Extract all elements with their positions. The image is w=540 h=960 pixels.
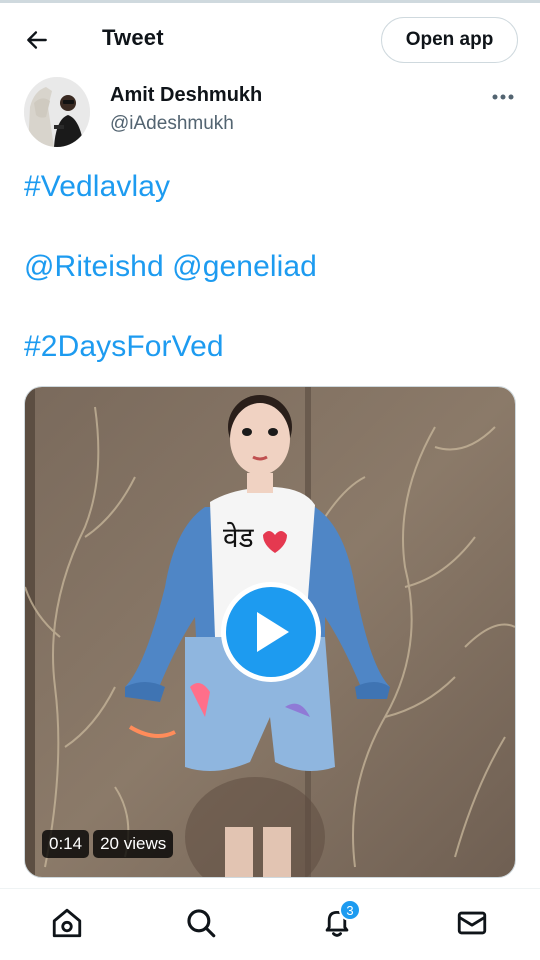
play-button[interactable] (221, 582, 321, 682)
video-info: 0:14 20 views (42, 830, 174, 858)
video-duration: 0:14 (42, 830, 90, 858)
back-button[interactable] (20, 23, 54, 57)
more-horizontal-icon (492, 94, 514, 100)
nav-messages[interactable] (452, 903, 492, 943)
avatar[interactable] (24, 77, 90, 147)
more-options-button[interactable] (488, 84, 518, 110)
nav-home[interactable] (47, 903, 87, 943)
author-name[interactable]: Amit Deshmukh (110, 84, 262, 107)
mail-icon (457, 911, 487, 935)
mention-links[interactable]: @Riteishd @geneliad (24, 250, 317, 284)
search-icon (187, 909, 216, 938)
hashtag-link[interactable]: #2DaysForVed (24, 330, 224, 364)
top-bar: Tweet Open app (0, 0, 540, 74)
view-count: 20 views (93, 830, 174, 858)
page-title: Tweet (102, 25, 164, 50)
arrow-left-icon (27, 31, 47, 49)
open-app-button[interactable]: Open app (381, 17, 518, 63)
shirt-text: वेड (223, 521, 255, 554)
home-icon (52, 908, 82, 938)
notification-badge: 3 (339, 899, 361, 921)
hashtag-link[interactable]: #Vedlavlay (24, 170, 170, 204)
video-player[interactable]: वेड 0:14 20 views (24, 386, 516, 878)
nav-search[interactable] (181, 903, 221, 943)
bottom-navigation: 3 (0, 888, 540, 960)
play-icon (257, 612, 289, 652)
avatar-image (24, 77, 90, 147)
author-handle[interactable]: @iAdeshmukh (110, 113, 234, 135)
